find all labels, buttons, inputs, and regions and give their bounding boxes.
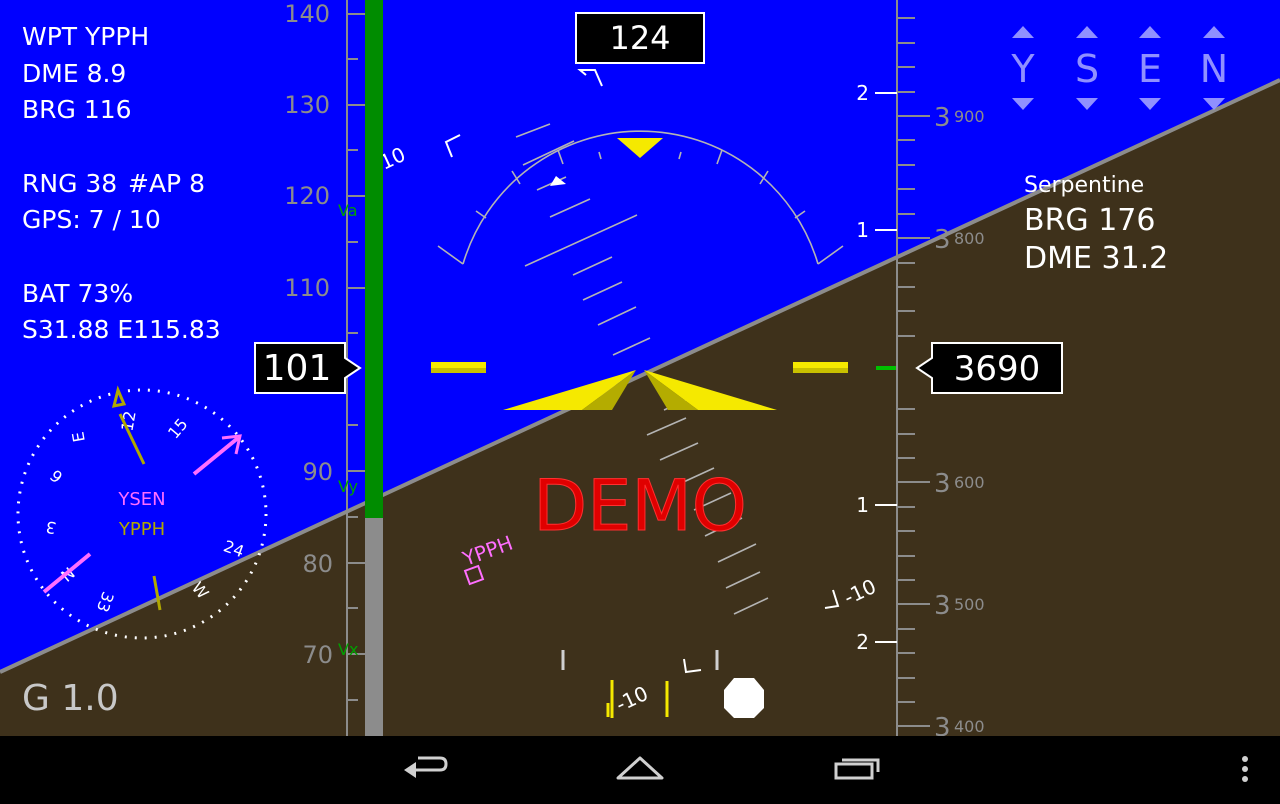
airport-letter: N bbox=[1200, 47, 1228, 91]
heading-value: 124 bbox=[609, 19, 670, 57]
secondary-waypoint-brg: BRG 176 bbox=[1024, 203, 1155, 238]
airspeed-readout: 101 bbox=[254, 342, 362, 394]
back-button[interactable] bbox=[364, 736, 484, 800]
waypoint-dme: DME 8.9 bbox=[22, 59, 126, 88]
gps-position: S31.88 E115.83 bbox=[22, 315, 221, 344]
g-load: G 1.0 bbox=[22, 678, 119, 719]
recent-apps-button[interactable] bbox=[796, 736, 916, 800]
altitude-tick-thousands: 3 bbox=[934, 469, 951, 499]
altitude-tick-thousands: 3 bbox=[934, 103, 951, 133]
android-navigation-bar bbox=[0, 736, 1280, 800]
vsi-label: 1 bbox=[856, 493, 869, 517]
vsi-label: 1 bbox=[856, 218, 869, 242]
waypoint-name: WPT YPPH bbox=[22, 22, 149, 51]
home-icon bbox=[616, 756, 664, 780]
airport-letter: E bbox=[1138, 47, 1162, 91]
vsi-label: 2 bbox=[856, 630, 869, 654]
airspeed-value: 101 bbox=[263, 348, 332, 389]
airspeed-tick-label: 120 bbox=[284, 182, 330, 210]
pfd-display: 10 -10 -10 DEMO YPPH 140 130 120 110 90 … bbox=[0, 0, 1280, 736]
vy-marker: Vy bbox=[338, 477, 358, 496]
airport-count: #AP 8 bbox=[128, 169, 205, 198]
altitude-tick-thousands: 3 bbox=[934, 713, 951, 736]
airspeed-tick-label: 70 bbox=[302, 641, 333, 669]
secondary-waypoint-name: Serpentine bbox=[1024, 173, 1144, 198]
compass-wpt-2: YPPH bbox=[118, 519, 165, 540]
demo-watermark: DEMO bbox=[533, 465, 747, 547]
airspeed-tick-label: 130 bbox=[284, 91, 330, 119]
waypoint-brg: BRG 116 bbox=[22, 95, 132, 124]
altitude-tick-thousands: 3 bbox=[934, 591, 951, 621]
airspeed-tick-label: 110 bbox=[284, 274, 330, 302]
airspeed-tick-label: 80 bbox=[302, 550, 333, 578]
airport-letter: Y bbox=[1010, 47, 1035, 91]
airspeed-tick-label: 90 bbox=[302, 458, 333, 486]
altitude-tick-hundreds: 400 bbox=[954, 717, 985, 736]
back-icon bbox=[404, 756, 448, 778]
secondary-waypoint-dme: DME 31.2 bbox=[1024, 241, 1168, 276]
altitude-tick-hundreds: 600 bbox=[954, 473, 985, 492]
compass-wpt-1: YSEN bbox=[117, 489, 165, 510]
airport-letter: S bbox=[1075, 47, 1099, 91]
home-button[interactable] bbox=[580, 736, 700, 800]
vsi-label: 2 bbox=[856, 81, 869, 105]
altitude-readout: 3690 bbox=[915, 342, 1063, 394]
synthetic-vision-pfd: 10 -10 -10 DEMO YPPH 140 130 120 110 90 … bbox=[0, 0, 1280, 736]
overflow-menu-button[interactable] bbox=[1220, 736, 1270, 800]
altitude-value: 3690 bbox=[954, 349, 1041, 389]
altitude-tick-hundreds: 900 bbox=[954, 107, 985, 126]
gps-status: GPS: 7 / 10 bbox=[22, 205, 161, 234]
heading-readout: 124 bbox=[575, 12, 705, 64]
vsi-pointer bbox=[876, 366, 896, 370]
flight-path-marker bbox=[724, 678, 764, 718]
recent-apps-icon bbox=[834, 758, 880, 780]
altitude-tick-hundreds: 800 bbox=[954, 229, 985, 248]
range-value: RNG 38 bbox=[22, 169, 117, 198]
vx-marker: Vx bbox=[338, 640, 358, 659]
airspeed-tick-label: 140 bbox=[284, 0, 330, 28]
battery-level: BAT 73% bbox=[22, 279, 133, 308]
va-marker: Va bbox=[338, 201, 358, 220]
altitude-tick-thousands: 3 bbox=[934, 225, 951, 255]
altitude-tick-hundreds: 500 bbox=[954, 595, 985, 614]
overflow-menu-icon bbox=[1242, 756, 1248, 782]
